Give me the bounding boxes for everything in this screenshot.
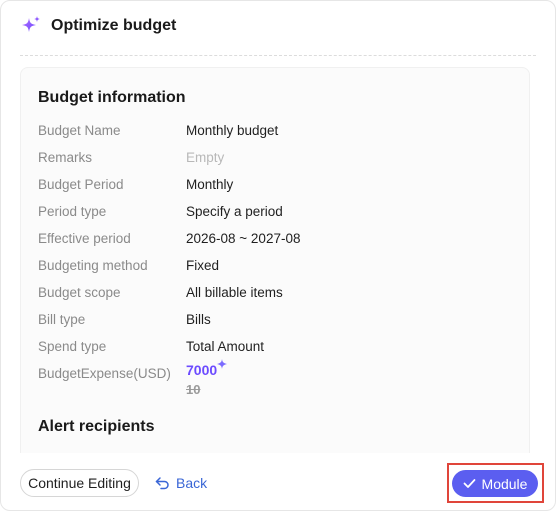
info-row-remarks: Remarks Empty <box>38 148 518 166</box>
info-row-effective-period: Effective period 2026-08 ~ 2027-08 <box>38 229 518 247</box>
back-label: Back <box>176 475 208 491</box>
info-row-period-type: Period type Specify a period <box>38 202 518 220</box>
row-label: Budget Name <box>38 122 121 138</box>
info-row-budget-scope: Budget scope All billable items <box>38 283 518 301</box>
module-label: Module <box>481 475 528 492</box>
check-icon <box>463 478 476 489</box>
row-label: Remarks <box>38 149 93 165</box>
info-row-budget-name: Budget Name Monthly budget <box>38 121 518 139</box>
info-row-budget-period: Budget Period Monthly <box>38 175 518 193</box>
budget-info-title: Budget information <box>38 89 186 106</box>
continue-editing-button[interactable]: Continue Editing <box>20 469 139 497</box>
alert-recipients-title: Alert recipients <box>38 418 155 435</box>
row-value: Bills <box>186 311 211 327</box>
row-value: Monthly budget <box>186 122 279 138</box>
dialog-header: Optimize budget <box>20 12 176 40</box>
budget-expense-value: 7000 10 <box>186 359 228 397</box>
optimize-budget-dialog: Optimize budget Budget information Budge… <box>0 0 556 511</box>
header-divider <box>20 55 536 56</box>
row-label: Budgeting method <box>38 257 148 273</box>
row-value: Total Amount <box>186 338 265 354</box>
row-value: Monthly <box>186 176 234 192</box>
row-label: Effective period <box>38 230 131 246</box>
undo-arrow-icon <box>155 476 170 490</box>
row-value: 2026-08 ~ 2027-08 <box>186 230 301 246</box>
expense-old-value: 10 <box>186 382 201 397</box>
row-label: Spend type <box>38 338 107 354</box>
row-label: Period type <box>38 203 107 219</box>
back-button[interactable]: Back <box>155 469 207 497</box>
row-value: All billable items <box>186 284 283 300</box>
expense-new-text: 7000 <box>186 362 218 378</box>
row-label: Bill type <box>38 311 86 327</box>
row-label: BudgetExpense(USD) <box>38 365 171 381</box>
row-label: Budget Period <box>38 176 124 192</box>
expense-new-value: 7000 <box>186 359 228 378</box>
row-value: Empty <box>186 149 225 165</box>
module-button[interactable]: Module <box>452 470 538 497</box>
row-value: Fixed <box>186 257 220 273</box>
row-label: Budget scope <box>38 284 121 300</box>
small-sparkle-icon <box>217 356 228 372</box>
info-row-spend-type: Spend type Total Amount <box>38 337 518 355</box>
page-title: Optimize budget <box>51 17 177 34</box>
info-row-bill-type: Bill type Bills <box>38 310 518 328</box>
info-row-budgeting-method: Budgeting method Fixed <box>38 256 518 274</box>
info-row-budget-expense: BudgetExpense(USD) <box>38 364 518 382</box>
row-value: Specify a period <box>186 203 283 219</box>
sparkle-icon <box>20 15 42 37</box>
budget-info-card: Budget information Budget Name Monthly b… <box>20 67 530 453</box>
